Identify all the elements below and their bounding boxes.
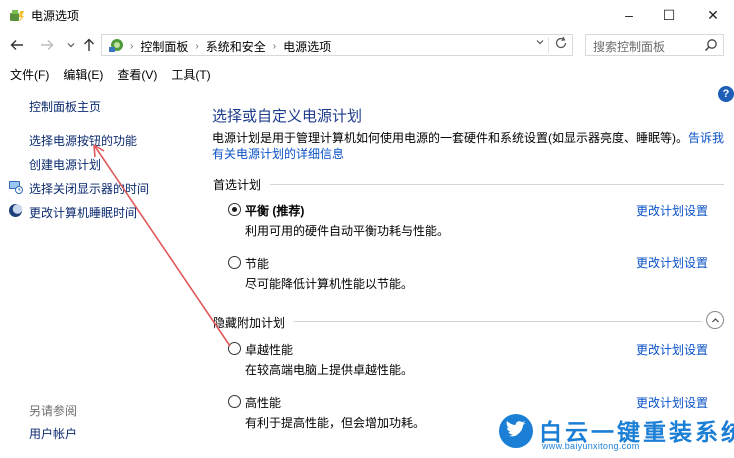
navigation-bar: › 控制面板 › 系统和安全 › 电源选项 搜索控制面板 — [0, 30, 734, 60]
menu-view[interactable]: 查看(V) — [117, 66, 157, 83]
address-bar[interactable]: › 控制面板 › 系统和安全 › 电源选项 — [101, 34, 573, 56]
watermark: 白云一键重装系统 www.baiyunxitong.com — [498, 413, 734, 453]
see-also-heading: 另请参阅 — [29, 404, 78, 418]
sidebar-item-control-panel-home[interactable]: 控制面板主页 — [29, 98, 101, 115]
menu-file[interactable]: 文件(F) — [10, 66, 49, 83]
breadcrumb-power-options[interactable]: 电源选项 — [283, 38, 331, 55]
monitor-clock-icon — [9, 181, 23, 194]
preferred-plans-header: 首选计划 — [213, 178, 262, 192]
sidebar-item-power-button[interactable]: 选择电源按钮的功能 — [29, 132, 137, 149]
title-bar: 电源选项 – ☐ ✕ — [0, 0, 734, 30]
change-plan-settings-power-saver[interactable]: 更改计划设置 — [636, 254, 708, 271]
minimize-icon: – — [625, 7, 633, 23]
chevron-down-icon — [67, 43, 75, 48]
up-button[interactable] — [80, 36, 98, 54]
plan-high-performance-desc: 有利于提高性能，但会增加功耗。 — [245, 416, 426, 430]
section-divider — [270, 184, 724, 185]
sidebar-item-display-off[interactable]: 选择关闭显示器的时间 — [29, 180, 149, 197]
plan-power-saver-name[interactable]: 节能 — [245, 255, 269, 272]
main-content: ? 选择或自定义电源计划 电源计划是用于管理计算机如何使用电源的一套硬件和系统设… — [200, 86, 734, 458]
maximize-icon: ☐ — [662, 6, 676, 23]
section-divider — [294, 321, 702, 322]
window-title: 电源选项 — [31, 9, 80, 23]
learn-more-link-part2[interactable]: 电源计划的详细信息 — [236, 147, 344, 161]
forward-button[interactable] — [38, 36, 56, 54]
breadcrumb: › 控制面板 › 系统和安全 › 电源选项 — [130, 38, 331, 55]
recent-locations-button[interactable] — [62, 36, 80, 54]
menu-bar: 文件(F) 编辑(E) 查看(V) 工具(T) — [0, 63, 734, 85]
search-icon[interactable] — [704, 38, 718, 52]
breadcrumb-system-security[interactable]: 系统和安全 — [206, 38, 266, 55]
task-pane: 控制面板主页 选择电源按钮的功能 创建电源计划 选择关闭显示器的时间 更改计算机… — [0, 88, 200, 458]
page-title: 选择或自定义电源计划 — [212, 108, 363, 125]
menu-tools[interactable]: 工具(T) — [171, 66, 210, 83]
plan-balanced-desc: 利用可用的硬件自动平衡功耗与性能。 — [245, 224, 450, 238]
search-box[interactable]: 搜索控制面板 — [585, 34, 724, 56]
page-description: 电源计划是用于管理计算机如何使用电源的一套硬件和系统设置(如显示器亮度、睡眠等)… — [212, 130, 732, 162]
breadcrumb-separator: › — [130, 41, 134, 52]
plan-high-performance-name[interactable]: 高性能 — [245, 394, 281, 411]
collapse-hidden-plans-button[interactable] — [706, 311, 724, 329]
moon-icon — [9, 204, 23, 217]
power-options-window: 电源选项 – ☐ ✕ › 控制面板 › 系统和安全 › 电源选项 搜索控制面板 … — [0, 0, 734, 458]
chevron-up-icon — [711, 317, 719, 322]
close-icon: ✕ — [707, 6, 719, 23]
sidebar-item-sleep-time[interactable]: 更改计算机睡眠时间 — [29, 204, 137, 221]
arrow-up-icon — [84, 38, 94, 51]
watermark-url: www.baiyunxitong.com — [542, 441, 640, 451]
refresh-icon[interactable] — [554, 36, 568, 53]
description-text: 电源计划是用于管理计算机如何使用电源的一套硬件和系统设置(如显示器亮度、睡眠等)… — [212, 131, 688, 145]
radio-high-performance[interactable] — [228, 395, 241, 408]
help-icon[interactable]: ? — [718, 86, 734, 102]
plan-ultimate-performance-name[interactable]: 卓越性能 — [245, 341, 293, 358]
change-plan-settings-ultimate[interactable]: 更改计划设置 — [636, 341, 708, 358]
radio-power-saver[interactable] — [228, 256, 241, 269]
arrow-left-icon — [10, 40, 23, 50]
plan-power-saver-desc: 尽可能降低计算机性能以节能。 — [245, 277, 414, 291]
twitter-bird-logo-icon — [499, 414, 533, 448]
back-button[interactable] — [8, 36, 26, 54]
minimize-button[interactable]: – — [610, 0, 648, 30]
control-panel-icon — [109, 39, 123, 52]
plan-balanced-name[interactable]: 平衡 (推荐) — [245, 202, 304, 219]
power-options-icon — [10, 10, 24, 22]
breadcrumb-separator[interactable]: › — [195, 41, 198, 52]
change-plan-settings-high-performance[interactable]: 更改计划设置 — [636, 394, 708, 411]
hidden-plans-header: 隐藏附加计划 — [213, 316, 286, 330]
radio-balanced[interactable] — [228, 203, 241, 216]
sidebar-item-create-plan[interactable]: 创建电源计划 — [29, 156, 101, 173]
search-input[interactable]: 搜索控制面板 — [593, 38, 665, 55]
menu-edit[interactable]: 编辑(E) — [63, 66, 103, 83]
change-plan-settings-balanced[interactable]: 更改计划设置 — [636, 202, 708, 219]
breadcrumb-separator[interactable]: › — [273, 41, 276, 52]
maximize-button[interactable]: ☐ — [650, 0, 688, 30]
close-button[interactable]: ✕ — [694, 0, 732, 30]
radio-ultimate-performance[interactable] — [228, 342, 241, 355]
plan-ultimate-performance-desc: 在较高端电脑上提供卓越性能。 — [245, 363, 414, 377]
address-divider — [548, 37, 549, 53]
sidebar-item-user-accounts[interactable]: 用户帐户 — [29, 425, 77, 442]
breadcrumb-control-panel[interactable]: 控制面板 — [140, 38, 188, 55]
address-history-chevron-icon[interactable] — [536, 38, 544, 48]
arrow-right-icon — [41, 40, 54, 50]
